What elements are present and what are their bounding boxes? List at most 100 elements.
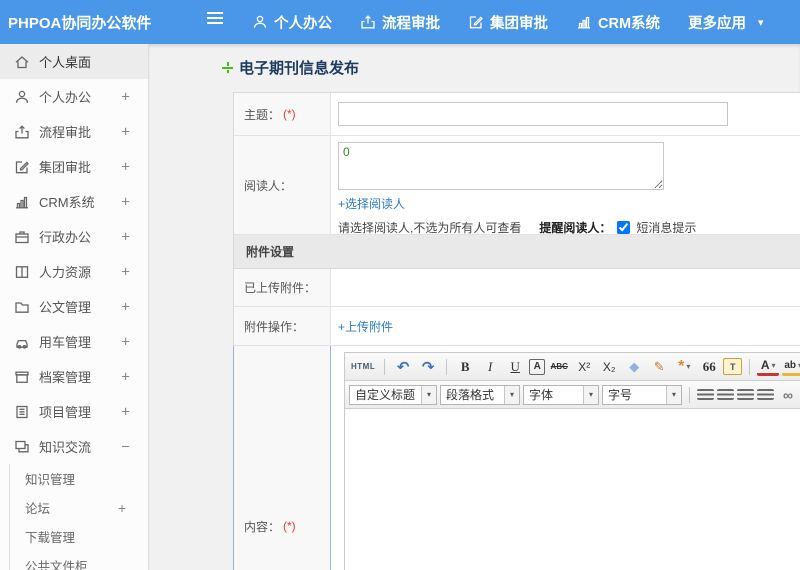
sidebar-subitem-public-file-cabinet[interactable]: 公共文件柜 <box>10 551 148 570</box>
required-mark: (*) <box>283 107 296 121</box>
sidebar-subitem-label: 论坛 <box>25 502 51 516</box>
hamburger-menu-icon[interactable] <box>207 17 223 19</box>
expand-icon[interactable]: + <box>121 298 130 315</box>
sidebar-item-label: 项目管理 <box>39 405 92 420</box>
sidebar-item-personal-desktop[interactable]: 个人桌面 <box>0 44 148 79</box>
nav-item-crm-system[interactable]: CRM系统 <box>576 12 660 33</box>
subscript-button[interactable]: X₂ <box>598 357 620 377</box>
eraser-button[interactable]: ◆ <box>623 357 645 377</box>
expand-icon[interactable]: + <box>121 333 130 350</box>
align-justify-button[interactable] <box>757 389 774 400</box>
align-center-button[interactable] <box>717 389 734 400</box>
nav-item-personal-office[interactable]: 个人办公 <box>252 12 332 33</box>
superscript-button[interactable]: X² <box>573 357 595 377</box>
sidebar-item-group-approval[interactable]: 集团审批 + <box>0 149 148 184</box>
expand-icon[interactable]: + <box>121 228 130 245</box>
strikethrough-button[interactable]: ABC <box>548 357 570 377</box>
expand-icon[interactable]: + <box>121 158 130 175</box>
sidebar-item-human-resources[interactable]: 人力资源 + <box>0 254 148 289</box>
nav-item-group-approval[interactable]: 集团审批 <box>468 12 548 33</box>
nav-item-label: 个人办公 <box>274 15 332 32</box>
sidebar-subitem-knowledge-management[interactable]: 知识管理 <box>10 464 148 493</box>
expand-icon[interactable]: + <box>121 193 130 210</box>
align-right-button[interactable] <box>737 389 754 400</box>
nav-item-label: 更多应用 <box>688 15 747 32</box>
paste-text-button[interactable]: T <box>723 358 743 375</box>
uploaded-attachments-label: 已上传附件： <box>234 269 331 306</box>
sidebar-item-vehicle-management[interactable]: 用车管理 + <box>0 324 148 359</box>
custom-title-select[interactable]: 自定义标题 ▾ <box>349 384 437 405</box>
chevron-down-icon: ▾ <box>504 385 519 404</box>
sidebar-item-admin-office[interactable]: 行政办公 + <box>0 219 148 254</box>
select-readers-link[interactable]: +选择阅读人 <box>338 195 405 212</box>
format-painter-button[interactable]: ✎ <box>648 357 670 377</box>
rich-text-editor: HTML↶↷BIUAABCX²X₂◆✎*▾66TA▾ab▾▾ 自定义标题▾段落格… <box>344 352 800 570</box>
sidebar-item-crm-system[interactable]: CRM系统 + <box>0 184 148 219</box>
redo-button[interactable]: ↷ <box>417 357 439 377</box>
sidebar-subitem-label: 下载管理 <box>25 531 76 545</box>
book-icon <box>15 265 29 278</box>
readers-hint-text: 请选择阅读人,不选为所有人可查看 <box>338 221 522 235</box>
sidebar-item-project-management[interactable]: 项目管理 + <box>0 394 148 429</box>
readers-textarea[interactable]: 0 <box>338 142 664 190</box>
font-size-select[interactable]: 字号 ▾ <box>602 384 682 405</box>
chevron-down-icon: ▾ <box>666 385 681 404</box>
paragraph-format-select[interactable]: 段落格式 ▾ <box>440 384 520 405</box>
chevron-down-icon: ▾ <box>686 362 691 371</box>
insert-link-button[interactable]: ∞ <box>777 385 799 405</box>
expand-icon[interactable]: + <box>121 403 130 420</box>
nav-item-workflow-approval[interactable]: 流程审批 <box>360 12 440 33</box>
editor-canvas[interactable] <box>345 409 800 570</box>
expand-icon[interactable]: + <box>121 123 130 140</box>
editor-toolbar-row1: HTML ↶↷ BIUAABCX²X₂◆✎*▾66T A▾ab▾ ▾ <box>345 353 800 381</box>
auto-typeset-button[interactable]: * ▾ <box>673 357 695 377</box>
subject-row: 主题： (*) <box>234 93 800 136</box>
sidebar-item-label: 人力资源 <box>39 265 92 280</box>
toolbar-separator <box>749 358 751 375</box>
upload-attachment-link[interactable]: +上传附件 <box>338 318 393 335</box>
expand-icon[interactable]: + <box>121 263 130 280</box>
underline-button[interactable]: U <box>504 357 526 377</box>
chevron-down-icon: ▾ <box>771 360 776 370</box>
toolbar-separator <box>689 386 690 403</box>
html-source-button[interactable]: HTML <box>349 357 377 377</box>
main-content: 电子期刊信息发布 主题： (*) 阅读人： 0 +选择阅读人 请选择阅读人,不选… <box>149 44 800 570</box>
sidebar-item-document-management[interactable]: 公文管理 + <box>0 289 148 324</box>
editor-toolbar-row2: 自定义标题▾段落格式▾字体▾字号▾∞∞ <box>345 381 800 409</box>
sidebar-item-label: 知识交流 <box>39 440 92 455</box>
font-color-button[interactable]: A ▾ <box>757 358 780 376</box>
subject-input[interactable] <box>338 102 728 126</box>
expand-icon[interactable]: + <box>121 88 130 105</box>
home-icon <box>15 55 29 68</box>
italic-button[interactable]: I <box>479 357 501 377</box>
process-icon <box>361 15 375 29</box>
edit-icon <box>15 160 29 173</box>
car-icon <box>16 339 28 349</box>
sms-notify-checkbox[interactable] <box>617 221 631 234</box>
sidebar-subitem-download-management[interactable]: 下载管理 <box>10 522 148 551</box>
select-label: 段落格式 <box>446 388 495 402</box>
bold-button[interactable]: B <box>454 357 476 377</box>
undo-button[interactable]: ↶ <box>392 357 414 377</box>
expand-icon[interactable]: + <box>121 368 130 385</box>
expand-icon[interactable]: + <box>118 500 126 516</box>
nav-item-label: 集团审批 <box>490 15 548 32</box>
navbar-menu: 个人办公 流程审批 集团审批 CRM系统 更多应用 ▾ <box>252 0 764 44</box>
uploaded-attachments-row: 已上传附件： <box>234 269 800 307</box>
page-title: 电子期刊信息发布 <box>221 57 359 78</box>
sidebar-subitem-forum[interactable]: 论坛 + <box>10 493 148 522</box>
align-left-button[interactable] <box>697 389 714 400</box>
sidebar-item-knowledge-exchange[interactable]: 知识交流 − <box>0 429 148 464</box>
sidebar-item-workflow-approval[interactable]: 流程审批 + <box>0 114 148 149</box>
select-label: 字体 <box>529 388 554 402</box>
sidebar-item-archive-management[interactable]: 档案管理 + <box>0 359 148 394</box>
sidebar-item-label: 档案管理 <box>39 370 92 385</box>
font-border-button[interactable]: A <box>529 358 546 375</box>
nav-item-more-apps[interactable]: 更多应用 ▾ <box>688 12 764 33</box>
highlight-color-button[interactable]: ab▾ <box>782 358 800 376</box>
app-brand: PHPOA协同办公软件 <box>8 14 152 32</box>
blockquote-button[interactable]: 66 <box>698 357 720 377</box>
sidebar-item-personal-office[interactable]: 个人办公 + <box>0 79 148 114</box>
collapse-icon[interactable]: − <box>121 438 130 455</box>
font-family-select[interactable]: 字体 ▾ <box>523 384 599 405</box>
